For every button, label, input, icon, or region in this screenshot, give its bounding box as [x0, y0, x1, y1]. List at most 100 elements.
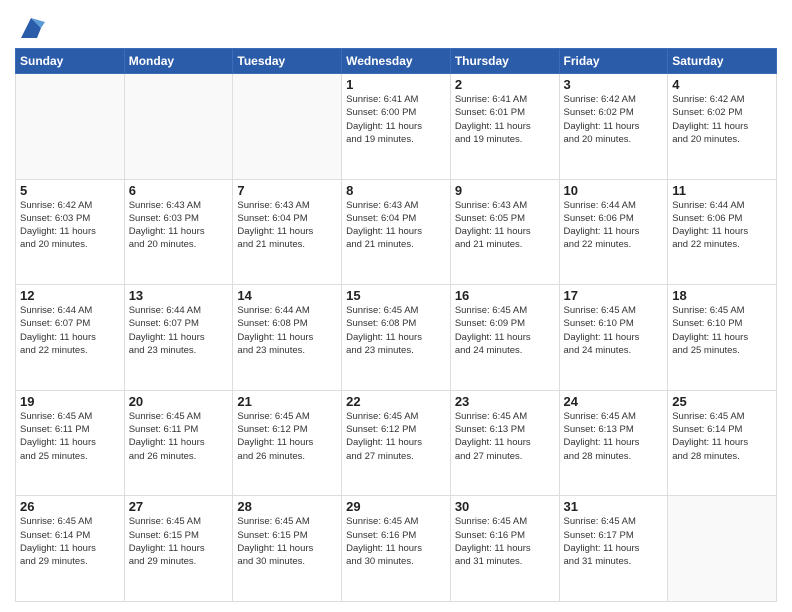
day-number: 12	[20, 288, 120, 303]
logo	[15, 14, 45, 42]
day-number: 1	[346, 77, 446, 92]
calendar-cell: 26Sunrise: 6:45 AM Sunset: 6:14 PM Dayli…	[16, 496, 125, 602]
calendar-cell: 19Sunrise: 6:45 AM Sunset: 6:11 PM Dayli…	[16, 390, 125, 496]
day-number: 25	[672, 394, 772, 409]
weekday-header-saturday: Saturday	[668, 49, 777, 74]
calendar-cell: 2Sunrise: 6:41 AM Sunset: 6:01 PM Daylig…	[450, 74, 559, 180]
day-info: Sunrise: 6:45 AM Sunset: 6:14 PM Dayligh…	[672, 410, 772, 463]
day-info: Sunrise: 6:41 AM Sunset: 6:00 PM Dayligh…	[346, 93, 446, 146]
day-info: Sunrise: 6:43 AM Sunset: 6:04 PM Dayligh…	[346, 199, 446, 252]
day-number: 16	[455, 288, 555, 303]
day-number: 22	[346, 394, 446, 409]
calendar-cell: 28Sunrise: 6:45 AM Sunset: 6:15 PM Dayli…	[233, 496, 342, 602]
week-row-5: 26Sunrise: 6:45 AM Sunset: 6:14 PM Dayli…	[16, 496, 777, 602]
calendar-cell: 30Sunrise: 6:45 AM Sunset: 6:16 PM Dayli…	[450, 496, 559, 602]
day-info: Sunrise: 6:45 AM Sunset: 6:12 PM Dayligh…	[346, 410, 446, 463]
calendar-cell: 20Sunrise: 6:45 AM Sunset: 6:11 PM Dayli…	[124, 390, 233, 496]
day-number: 10	[564, 183, 664, 198]
day-number: 20	[129, 394, 229, 409]
calendar-cell: 12Sunrise: 6:44 AM Sunset: 6:07 PM Dayli…	[16, 285, 125, 391]
calendar-cell: 22Sunrise: 6:45 AM Sunset: 6:12 PM Dayli…	[342, 390, 451, 496]
calendar-cell: 21Sunrise: 6:45 AM Sunset: 6:12 PM Dayli…	[233, 390, 342, 496]
day-number: 4	[672, 77, 772, 92]
day-number: 15	[346, 288, 446, 303]
calendar-cell: 6Sunrise: 6:43 AM Sunset: 6:03 PM Daylig…	[124, 179, 233, 285]
calendar-cell: 15Sunrise: 6:45 AM Sunset: 6:08 PM Dayli…	[342, 285, 451, 391]
calendar-cell: 13Sunrise: 6:44 AM Sunset: 6:07 PM Dayli…	[124, 285, 233, 391]
day-info: Sunrise: 6:45 AM Sunset: 6:15 PM Dayligh…	[129, 515, 229, 568]
calendar-cell: 14Sunrise: 6:44 AM Sunset: 6:08 PM Dayli…	[233, 285, 342, 391]
day-number: 14	[237, 288, 337, 303]
day-info: Sunrise: 6:43 AM Sunset: 6:03 PM Dayligh…	[129, 199, 229, 252]
calendar-cell: 16Sunrise: 6:45 AM Sunset: 6:09 PM Dayli…	[450, 285, 559, 391]
day-info: Sunrise: 6:42 AM Sunset: 6:02 PM Dayligh…	[564, 93, 664, 146]
week-row-1: 1Sunrise: 6:41 AM Sunset: 6:00 PM Daylig…	[16, 74, 777, 180]
day-number: 17	[564, 288, 664, 303]
calendar-cell: 1Sunrise: 6:41 AM Sunset: 6:00 PM Daylig…	[342, 74, 451, 180]
logo-icon	[17, 14, 45, 42]
day-info: Sunrise: 6:41 AM Sunset: 6:01 PM Dayligh…	[455, 93, 555, 146]
day-number: 2	[455, 77, 555, 92]
day-info: Sunrise: 6:45 AM Sunset: 6:12 PM Dayligh…	[237, 410, 337, 463]
calendar-cell: 10Sunrise: 6:44 AM Sunset: 6:06 PM Dayli…	[559, 179, 668, 285]
calendar-cell: 3Sunrise: 6:42 AM Sunset: 6:02 PM Daylig…	[559, 74, 668, 180]
day-number: 11	[672, 183, 772, 198]
calendar-cell: 24Sunrise: 6:45 AM Sunset: 6:13 PM Dayli…	[559, 390, 668, 496]
calendar-cell: 29Sunrise: 6:45 AM Sunset: 6:16 PM Dayli…	[342, 496, 451, 602]
calendar-cell: 23Sunrise: 6:45 AM Sunset: 6:13 PM Dayli…	[450, 390, 559, 496]
day-info: Sunrise: 6:43 AM Sunset: 6:04 PM Dayligh…	[237, 199, 337, 252]
weekday-header-tuesday: Tuesday	[233, 49, 342, 74]
week-row-2: 5Sunrise: 6:42 AM Sunset: 6:03 PM Daylig…	[16, 179, 777, 285]
day-number: 5	[20, 183, 120, 198]
calendar-cell: 25Sunrise: 6:45 AM Sunset: 6:14 PM Dayli…	[668, 390, 777, 496]
day-info: Sunrise: 6:45 AM Sunset: 6:13 PM Dayligh…	[455, 410, 555, 463]
calendar-cell: 4Sunrise: 6:42 AM Sunset: 6:02 PM Daylig…	[668, 74, 777, 180]
calendar-cell: 17Sunrise: 6:45 AM Sunset: 6:10 PM Dayli…	[559, 285, 668, 391]
week-row-3: 12Sunrise: 6:44 AM Sunset: 6:07 PM Dayli…	[16, 285, 777, 391]
day-number: 19	[20, 394, 120, 409]
day-info: Sunrise: 6:45 AM Sunset: 6:08 PM Dayligh…	[346, 304, 446, 357]
calendar-cell: 31Sunrise: 6:45 AM Sunset: 6:17 PM Dayli…	[559, 496, 668, 602]
day-number: 18	[672, 288, 772, 303]
day-info: Sunrise: 6:45 AM Sunset: 6:16 PM Dayligh…	[346, 515, 446, 568]
day-info: Sunrise: 6:45 AM Sunset: 6:10 PM Dayligh…	[672, 304, 772, 357]
calendar-cell: 8Sunrise: 6:43 AM Sunset: 6:04 PM Daylig…	[342, 179, 451, 285]
weekday-header-row: SundayMondayTuesdayWednesdayThursdayFrid…	[16, 49, 777, 74]
calendar-cell: 27Sunrise: 6:45 AM Sunset: 6:15 PM Dayli…	[124, 496, 233, 602]
day-info: Sunrise: 6:45 AM Sunset: 6:15 PM Dayligh…	[237, 515, 337, 568]
day-info: Sunrise: 6:45 AM Sunset: 6:14 PM Dayligh…	[20, 515, 120, 568]
weekday-header-wednesday: Wednesday	[342, 49, 451, 74]
weekday-header-thursday: Thursday	[450, 49, 559, 74]
day-number: 6	[129, 183, 229, 198]
day-info: Sunrise: 6:45 AM Sunset: 6:16 PM Dayligh…	[455, 515, 555, 568]
day-number: 8	[346, 183, 446, 198]
day-number: 3	[564, 77, 664, 92]
day-info: Sunrise: 6:44 AM Sunset: 6:06 PM Dayligh…	[564, 199, 664, 252]
calendar-cell	[668, 496, 777, 602]
calendar-cell	[233, 74, 342, 180]
page: SundayMondayTuesdayWednesdayThursdayFrid…	[0, 0, 792, 612]
day-info: Sunrise: 6:44 AM Sunset: 6:08 PM Dayligh…	[237, 304, 337, 357]
calendar-cell: 11Sunrise: 6:44 AM Sunset: 6:06 PM Dayli…	[668, 179, 777, 285]
calendar: SundayMondayTuesdayWednesdayThursdayFrid…	[15, 48, 777, 602]
header	[15, 10, 777, 42]
day-number: 31	[564, 499, 664, 514]
calendar-cell	[16, 74, 125, 180]
day-number: 30	[455, 499, 555, 514]
day-number: 26	[20, 499, 120, 514]
day-info: Sunrise: 6:45 AM Sunset: 6:11 PM Dayligh…	[20, 410, 120, 463]
day-number: 29	[346, 499, 446, 514]
calendar-cell: 7Sunrise: 6:43 AM Sunset: 6:04 PM Daylig…	[233, 179, 342, 285]
day-number: 21	[237, 394, 337, 409]
calendar-cell: 9Sunrise: 6:43 AM Sunset: 6:05 PM Daylig…	[450, 179, 559, 285]
calendar-cell: 18Sunrise: 6:45 AM Sunset: 6:10 PM Dayli…	[668, 285, 777, 391]
day-number: 23	[455, 394, 555, 409]
weekday-header-sunday: Sunday	[16, 49, 125, 74]
day-info: Sunrise: 6:45 AM Sunset: 6:17 PM Dayligh…	[564, 515, 664, 568]
day-info: Sunrise: 6:43 AM Sunset: 6:05 PM Dayligh…	[455, 199, 555, 252]
day-number: 24	[564, 394, 664, 409]
day-number: 7	[237, 183, 337, 198]
day-info: Sunrise: 6:42 AM Sunset: 6:02 PM Dayligh…	[672, 93, 772, 146]
week-row-4: 19Sunrise: 6:45 AM Sunset: 6:11 PM Dayli…	[16, 390, 777, 496]
weekday-header-monday: Monday	[124, 49, 233, 74]
